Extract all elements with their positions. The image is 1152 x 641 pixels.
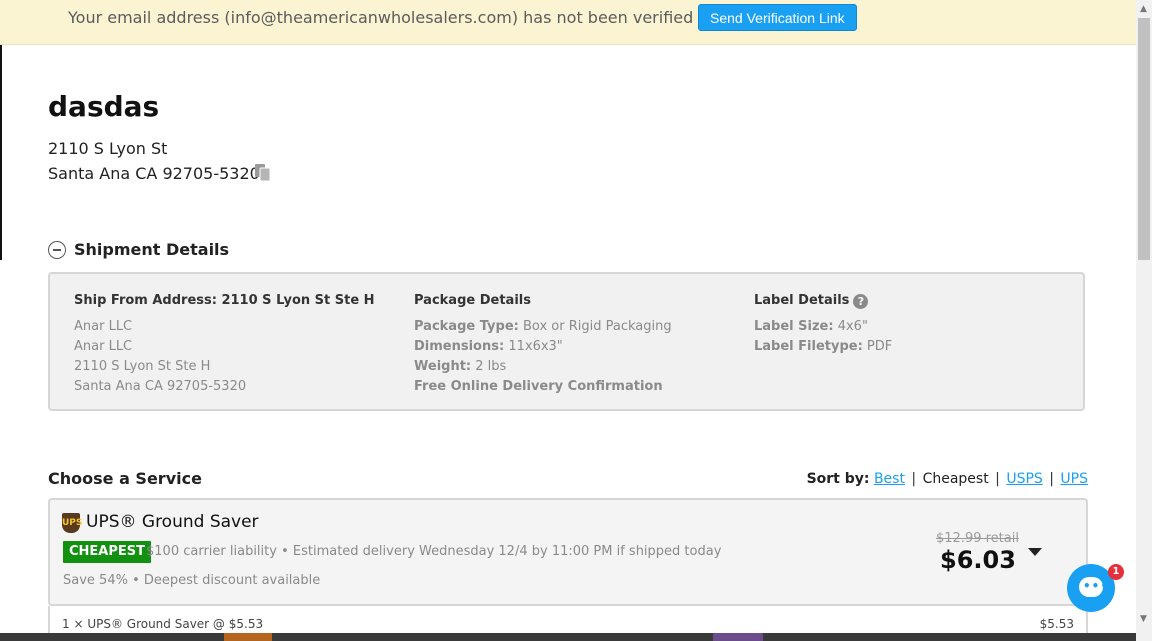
package-details-heading: Package Details	[414, 293, 531, 308]
sort-usps-link[interactable]: USPS	[1006, 471, 1042, 487]
sort-separator: |	[995, 471, 1000, 487]
package-type-row: Package Type: Box or Rigid Packaging	[414, 317, 672, 337]
package-details-column: Package Details Package Type: Box or Rig…	[414, 291, 672, 397]
scroll-up-arrow-icon[interactable]: ▲	[1140, 4, 1147, 14]
weight-value: 2 lbs	[475, 359, 507, 374]
chat-bubble-icon: •••	[1079, 577, 1108, 597]
shipment-details-title: Shipment Details	[74, 240, 230, 259]
dimensions-value: 11x6x3"	[508, 339, 563, 354]
delivery-confirmation-row: Free Online Delivery Confirmation	[414, 377, 672, 397]
label-details-heading: Label Details	[754, 293, 850, 308]
scroll-thumb[interactable]	[1138, 18, 1150, 260]
label-size-row: Label Size: 4x6"	[754, 317, 892, 337]
service-description: $100 carrier liability • Estimated deliv…	[146, 544, 722, 559]
taskbar-app-icon[interactable]	[224, 633, 272, 641]
label-size-label: Label Size:	[754, 319, 834, 334]
sort-controls: Sort by: Best | Cheapest | USPS | UPS	[807, 471, 1088, 487]
copy-icon[interactable]	[254, 163, 272, 182]
sort-separator: |	[1049, 471, 1054, 487]
send-verification-button[interactable]: Send Verification Link	[698, 4, 857, 31]
sort-label: Sort by:	[806, 471, 870, 487]
label-size-value: 4x6"	[837, 319, 868, 334]
sort-cheapest-active: Cheapest	[922, 471, 989, 487]
ship-from-line: Anar LLC	[74, 339, 133, 354]
weight-row: Weight: 2 lbs	[414, 357, 672, 377]
label-details-column: Label Details ? Label Size: 4x6" Label F…	[754, 291, 892, 357]
package-type-value: Box or Rigid Packaging	[523, 319, 672, 334]
service-price: $6.03	[940, 546, 1016, 574]
label-filetype-row: Label Filetype: PDF	[754, 337, 892, 357]
os-taskbar	[0, 633, 1136, 641]
service-savings: Save 54% • Deepest discount available	[63, 573, 321, 588]
left-divider	[0, 45, 2, 260]
scroll-down-arrow-icon[interactable]: ▼	[1140, 614, 1147, 624]
shipment-details-panel: Ship From Address: 2110 S Lyon St Ste H …	[48, 272, 1085, 411]
cheapest-badge: CHEAPEST	[63, 541, 152, 563]
ups-logo-icon: UPS	[62, 513, 82, 533]
chat-notification-badge: 1	[1108, 564, 1124, 580]
recipient-address-line2: Santa Ana CA 92705-5320	[48, 164, 260, 183]
service-option-ups-ground-saver[interactable]: UPS UPS® Ground Saver CHEAPEST $100 carr…	[48, 498, 1088, 606]
label-filetype-label: Label Filetype:	[754, 339, 863, 354]
ship-from-column: Ship From Address: 2110 S Lyon St Ste H …	[74, 291, 375, 397]
recipient-name: dasdas	[48, 90, 160, 123]
sort-separator: |	[911, 471, 917, 487]
taskbar-app-icon[interactable]	[713, 633, 763, 641]
chat-dots-icon: •••	[1083, 579, 1110, 593]
ship-from-line: Anar LLC	[74, 319, 133, 334]
dimensions-label: Dimensions:	[414, 339, 505, 354]
delivery-confirmation: Free Online Delivery Confirmation	[414, 379, 663, 394]
shipment-details-toggle[interactable]: Shipment Details	[48, 240, 229, 259]
package-type-label: Package Type:	[414, 319, 519, 334]
retail-price: $12.99 retail	[936, 531, 1019, 546]
help-question-icon[interactable]: ?	[853, 293, 869, 309]
expand-caret-icon[interactable]	[1028, 548, 1042, 556]
service-name: UPS® Ground Saver	[86, 512, 259, 532]
ship-from-heading: Ship From Address: 2110 S Lyon St Ste H	[74, 293, 375, 308]
breakdown-value: $5.53	[1039, 617, 1074, 631]
choose-service-title: Choose a Service	[48, 469, 202, 488]
breakdown-label: 1 × UPS® Ground Saver @ $5.53	[62, 617, 264, 631]
ship-from-line: 2110 S Lyon St Ste H	[74, 359, 211, 374]
ship-from-line: Santa Ana CA 92705-5320	[74, 379, 247, 394]
sort-ups-link[interactable]: UPS	[1060, 471, 1088, 487]
page-scrollbar[interactable]: ▲ ▼	[1136, 0, 1152, 641]
label-details-heading-row: Label Details ?	[754, 291, 892, 311]
recipient-address-line1: 2110 S Lyon St	[48, 139, 168, 158]
verification-banner: Your email address (info@theamericanwhol…	[0, 0, 1136, 45]
weight-label: Weight:	[414, 359, 472, 374]
collapse-minus-icon[interactable]	[48, 240, 66, 259]
label-filetype-value: PDF	[866, 339, 893, 354]
banner-message: Your email address (info@theamericanwhol…	[68, 8, 731, 27]
sort-best-link[interactable]: Best	[874, 471, 905, 487]
dimensions-row: Dimensions: 11x6x3"	[414, 337, 672, 357]
